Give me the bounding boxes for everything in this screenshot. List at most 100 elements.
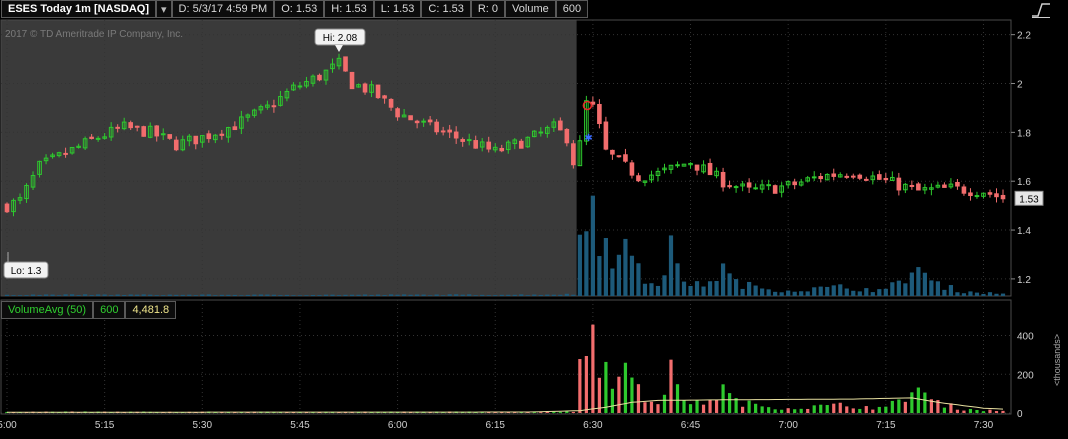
candle-body — [362, 83, 368, 93]
candle-body — [219, 133, 225, 136]
candle-body — [844, 175, 850, 178]
candle-body — [466, 139, 472, 142]
volume-bar — [552, 411, 556, 413]
volume-bar — [630, 377, 634, 413]
volume-bar — [942, 407, 947, 413]
y-tick-label: 1.6 — [1017, 177, 1031, 188]
candle-body — [636, 175, 641, 182]
volume-overlay-bar — [922, 272, 927, 296]
volume-overlay-bar — [655, 285, 661, 296]
volume-overlay-bar — [258, 294, 263, 296]
candle-body — [518, 140, 524, 149]
volume-overlay-bar — [141, 294, 146, 296]
symbol-title[interactable]: ESES Today 1m [NASDAQ] — [1, 0, 156, 18]
volume-study-label[interactable]: VolumeAvg (50) — [1, 301, 94, 319]
volume-overlay-bar — [786, 290, 791, 296]
candle-body — [206, 133, 212, 140]
candle-body — [167, 134, 173, 139]
volume-overlay-bar — [37, 294, 42, 296]
volume-overlay-bar — [265, 294, 270, 296]
volume-bar — [649, 401, 654, 413]
volume-overlay-bar — [421, 294, 426, 296]
candle-body — [961, 186, 967, 194]
candle-body — [811, 176, 817, 179]
candle-body — [720, 171, 726, 188]
volume-overlay-bar — [558, 294, 563, 296]
volume-overlay-bar — [382, 295, 387, 296]
candle-body — [343, 56, 348, 72]
volume-bar — [962, 410, 966, 413]
volume-bar — [727, 393, 732, 413]
volume-bar — [780, 409, 784, 413]
volume-overlay-bar — [623, 238, 628, 296]
buy-marker-icon: ✱ — [584, 133, 592, 144]
candle-body — [942, 184, 947, 188]
candle-body — [349, 71, 355, 90]
volume-bar — [773, 409, 777, 413]
volume-overlay-bar — [525, 295, 530, 296]
premarket-shade — [1, 20, 577, 296]
volume-overlay-bar — [362, 294, 368, 296]
volume-overlay-bar — [864, 288, 869, 296]
volume-bar — [584, 355, 588, 413]
volume-bar — [714, 399, 719, 413]
volume-overlay-bar — [707, 281, 713, 296]
x-tick-label: 7:00 — [778, 420, 798, 431]
candle-body — [473, 140, 479, 149]
volume-overlay-bar — [128, 294, 133, 296]
candle-body — [974, 195, 980, 198]
volume-overlay-bar — [688, 285, 693, 296]
volume-bar — [910, 392, 914, 413]
ohlc-low: L: 1.53 — [373, 0, 422, 18]
candle-body — [916, 183, 921, 191]
volume-overlay-bar — [675, 263, 680, 296]
candle-body — [753, 187, 758, 190]
volume-overlay-bar — [232, 294, 237, 296]
volume-overlay-bar — [63, 294, 68, 296]
volume-overlay-bar — [916, 267, 921, 296]
volume-overlay-bar — [896, 280, 901, 296]
volume-overlay-bar — [69, 294, 75, 296]
x-tick-label: 6:45 — [681, 420, 701, 431]
volume-bar — [916, 387, 920, 413]
volume-overlay-bar — [336, 295, 342, 296]
volume-bar — [864, 406, 868, 413]
volume-overlay-bar — [538, 294, 543, 296]
candle-body — [414, 120, 420, 124]
candle-body — [382, 95, 387, 99]
volume-bar — [604, 361, 608, 413]
volume-label: Volume — [505, 0, 556, 18]
volume-overlay-bar — [330, 294, 335, 296]
volume-bar — [981, 411, 986, 413]
chart-settings-icon[interactable] — [1030, 2, 1052, 18]
candle-body — [909, 184, 915, 187]
volume-overlay-bar — [987, 292, 993, 296]
y-tick-label: 2.2 — [1017, 31, 1031, 42]
volume-overlay-bar — [805, 291, 810, 296]
price-header: ESES Today 1m [NASDAQ] ▾ D: 5/3/17 4:59 … — [1, 0, 589, 18]
candle-body — [538, 131, 544, 134]
volume-overlay-bar — [219, 294, 224, 296]
volume-overlay-bar — [454, 294, 459, 296]
volume-overlay-bar — [610, 268, 615, 296]
volume-bar — [994, 411, 999, 413]
volume-bar — [838, 402, 842, 413]
volume-bar — [825, 405, 829, 413]
candle-body — [134, 125, 140, 128]
candle-body — [408, 115, 413, 121]
volume-overlay-bar — [56, 295, 62, 296]
x-tick-label: 5:00 — [0, 420, 17, 431]
volume-overlay-bar — [473, 295, 478, 296]
dropdown-arrow-icon[interactable]: ▾ — [156, 0, 172, 18]
volume-overlay-bar — [148, 294, 153, 296]
volume-header: VolumeAvg (50) 600 4,481.8 — [1, 301, 177, 319]
volume-overlay-bar — [245, 294, 250, 296]
volume-overlay-bar — [584, 231, 589, 296]
candle-body — [193, 135, 199, 145]
volume-overlay-bar — [174, 294, 179, 296]
volume-overlay-bar — [851, 290, 856, 296]
candle-body — [623, 154, 628, 162]
candle-body — [558, 120, 563, 131]
volume-bar — [721, 384, 725, 413]
volume-overlay-bar — [994, 293, 999, 296]
